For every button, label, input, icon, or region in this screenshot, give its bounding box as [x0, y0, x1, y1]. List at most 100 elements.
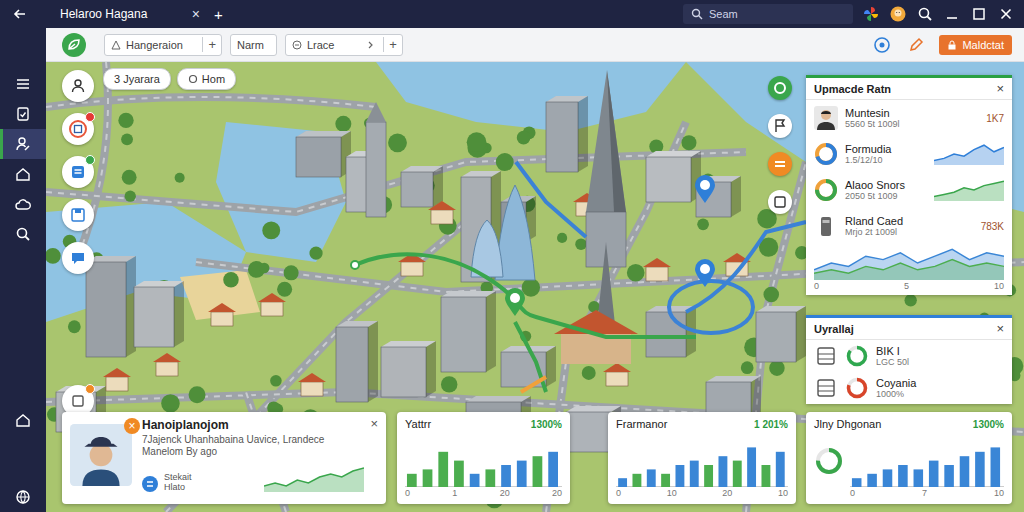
building: [134, 281, 184, 347]
tree: [769, 360, 785, 376]
tree: [277, 282, 292, 297]
profile-card[interactable]: × Hanoiplanojom 7Jajenck Uhanhabaina Uav…: [62, 412, 386, 504]
close-button[interactable]: ×: [370, 416, 378, 431]
locate-icon[interactable]: [768, 76, 792, 100]
map[interactable]: 3 Jyarara Hom Upmacde Ratn × Muntesin 55…: [46, 62, 1024, 512]
bar: [438, 452, 448, 487]
tall-tower: [366, 102, 386, 217]
new-tab-button[interactable]: +: [214, 6, 223, 23]
panel-row[interactable]: Alaoo Snors 2050 5t 1009: [806, 172, 1012, 208]
tree: [496, 153, 514, 171]
cloud-icon: [14, 195, 32, 213]
tree: [588, 301, 600, 313]
map-chip[interactable]: 3 Jyarara: [103, 68, 171, 90]
row-name: Coyania: [876, 377, 1004, 389]
house: [258, 293, 286, 316]
pinwheel-icon[interactable]: [863, 6, 879, 22]
bar: [470, 474, 480, 487]
map-chips: 3 Jyarara Hom: [103, 68, 236, 90]
leaf-logo-icon[interactable]: [62, 33, 86, 57]
location-icon: [188, 74, 198, 84]
browser-tab[interactable]: Helaroo Hagana ×: [52, 0, 208, 28]
add-button[interactable]: +: [202, 37, 221, 52]
panel-row[interactable]: BIK I LGC 50l: [806, 340, 1012, 372]
flag-icon[interactable]: [768, 114, 792, 138]
bar: [867, 474, 877, 487]
chart-series: [814, 249, 1004, 280]
panel-row[interactable]: Rland Caed Mrjo 2t 1009l 783K: [806, 208, 1012, 244]
chart-card[interactable]: Jlny Dhgonan 1300% 0710: [806, 412, 1012, 504]
chart-card[interactable]: Frarmanor 1 201% 0102010: [608, 412, 796, 504]
toolbar-field[interactable]: Narm: [230, 34, 277, 56]
map-tool-button[interactable]: [62, 242, 94, 274]
add-button[interactable]: +: [383, 37, 402, 52]
map-tool-button[interactable]: [62, 156, 94, 188]
remove-badge[interactable]: ×: [124, 418, 140, 434]
tree: [388, 133, 407, 152]
tab-close-button[interactable]: ×: [192, 6, 200, 22]
chart-value: 1300%: [531, 419, 562, 430]
field-value: Hangeraion: [126, 39, 197, 51]
sidebar-item[interactable]: [0, 189, 46, 219]
tree: [741, 361, 754, 374]
building: [381, 341, 436, 397]
sidebar-item[interactable]: [0, 405, 46, 435]
house: [153, 353, 181, 376]
bar: [747, 447, 756, 487]
panel-row[interactable]: Formudia 1.5/12/10: [806, 136, 1012, 172]
minimize-icon[interactable]: [944, 6, 960, 22]
panel-row[interactable]: Muntesin 5560 5t 1009l 1K7: [806, 100, 1012, 136]
bar: [914, 469, 924, 487]
frame-icon[interactable]: [768, 190, 792, 214]
bar-chart: [850, 441, 1004, 487]
building: [501, 346, 556, 387]
service-icon: [142, 476, 158, 492]
sidebar-item[interactable]: [0, 69, 46, 99]
primary-button[interactable]: Maldctat: [939, 35, 1012, 55]
sidebar-item[interactable]: [0, 129, 46, 159]
bar: [704, 465, 713, 487]
field-value: Lrace: [307, 39, 361, 51]
profile-face-icon[interactable]: [890, 6, 906, 22]
chart-title: Yattrr: [405, 418, 431, 430]
back-arrow-icon[interactable]: [12, 6, 28, 22]
donut-chart: [814, 178, 838, 202]
map-tool-button[interactable]: [62, 199, 94, 231]
close-window-icon[interactable]: [998, 6, 1014, 22]
building: [86, 256, 136, 357]
layers-icon[interactable]: [768, 152, 792, 176]
close-button[interactable]: ×: [996, 81, 1004, 96]
sidebar-item[interactable]: [0, 159, 46, 189]
tree: [284, 265, 299, 280]
search-field[interactable]: Seam: [683, 4, 853, 24]
building: [441, 291, 496, 372]
pen-icon[interactable]: [907, 36, 925, 54]
panel-row[interactable]: Coyania 1000%: [806, 372, 1012, 404]
green-pin-icon[interactable]: [503, 287, 527, 317]
toolbar-field[interactable]: Hangeraion +: [104, 34, 222, 56]
row-value: 783K: [981, 221, 1004, 232]
maximize-icon[interactable]: [971, 6, 987, 22]
target-icon[interactable]: [873, 36, 891, 54]
sidebar-item[interactable]: [0, 99, 46, 129]
blue-pin-icon[interactable]: [693, 258, 717, 288]
toolbar-field[interactable]: Lrace +: [285, 34, 403, 56]
close-button[interactable]: ×: [996, 321, 1004, 336]
blue-pin-icon[interactable]: [693, 174, 717, 204]
save-red-icon: [69, 120, 87, 138]
notification-dot: [85, 384, 95, 394]
map-tool-button[interactable]: [62, 113, 94, 145]
panel-title: Uyrallaj: [814, 323, 854, 335]
sidebar-item[interactable]: [0, 482, 46, 512]
bar: [548, 452, 558, 487]
chart-card[interactable]: Yattrr 1300% 012020: [397, 412, 570, 504]
sidebar-item[interactable]: [0, 219, 46, 249]
row-detail: 1000%: [876, 389, 1004, 399]
road: [46, 97, 376, 107]
tree: [270, 375, 282, 387]
map-chip[interactable]: Hom: [177, 68, 236, 90]
map-tool-button[interactable]: [62, 70, 94, 102]
search-icon[interactable]: [917, 6, 933, 22]
blue-route: [516, 162, 586, 237]
menu-icon: [14, 75, 32, 93]
